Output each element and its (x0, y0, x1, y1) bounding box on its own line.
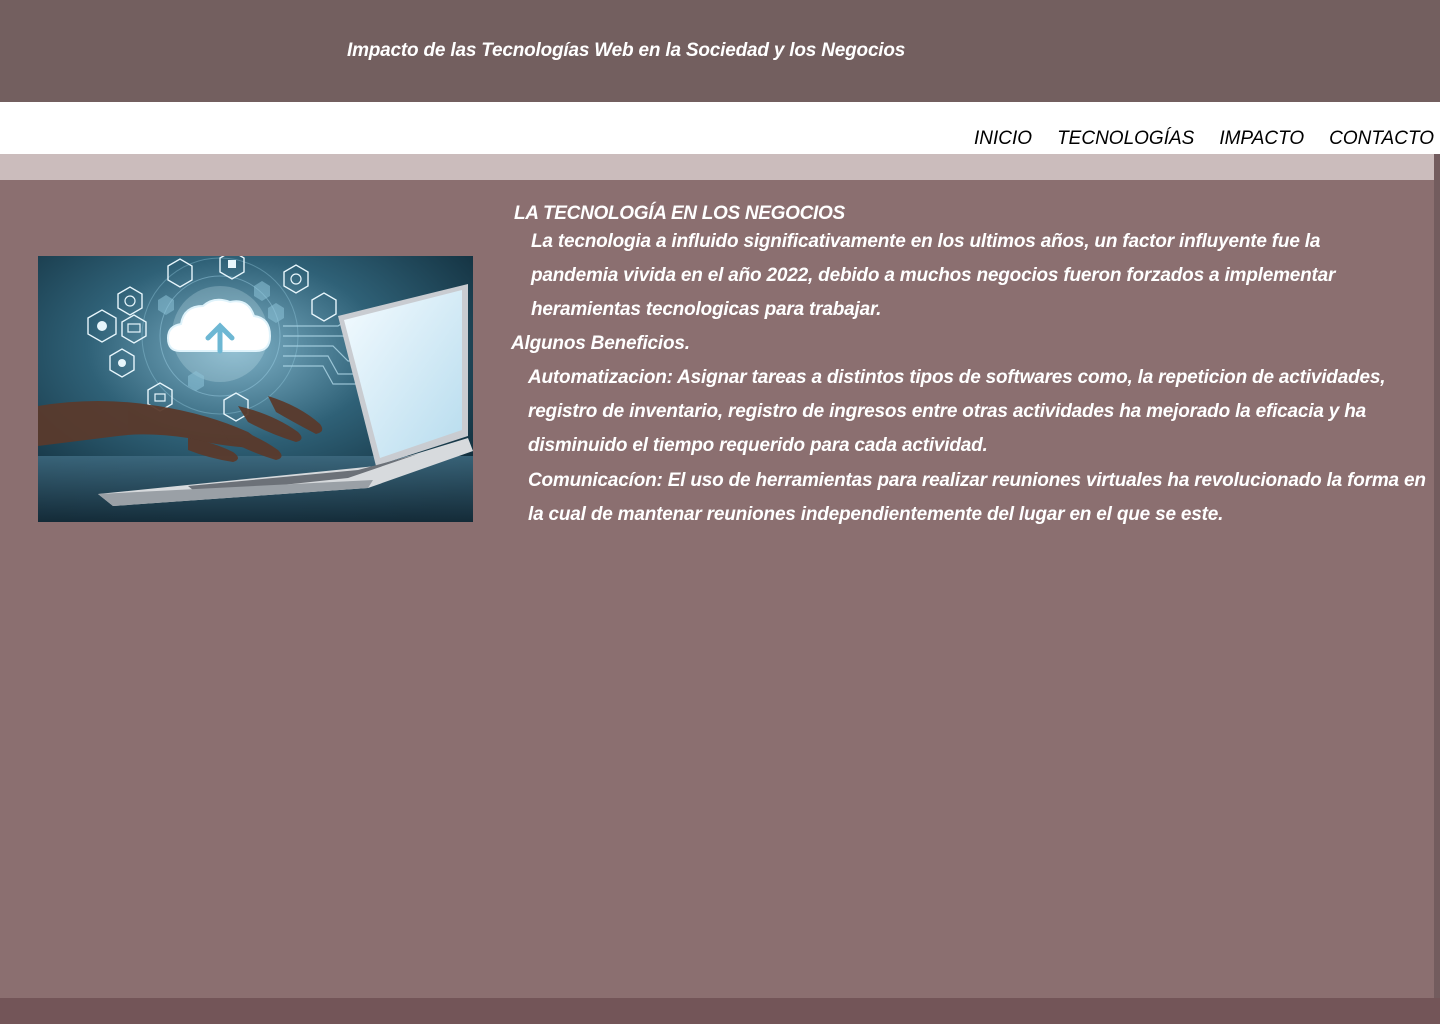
page: Impacto de las Tecnologías Web en la Soc… (0, 0, 1440, 1024)
technology-laptop-image (38, 256, 473, 522)
footer-band (0, 998, 1440, 1024)
main-navigation: INICIO TECNOLOGÍAS IMPACTO CONTACTO (0, 102, 1440, 154)
site-title: Impacto de las Tecnologías Web en la Soc… (347, 40, 906, 61)
nav-link-tecnologias[interactable]: TECNOLOGÍAS (1057, 128, 1194, 150)
benefit-communication: Comunicacíon: El uso de herramientas par… (528, 470, 1426, 525)
nav-link-contacto[interactable]: CONTACTO (1329, 128, 1434, 150)
site-header: Impacto de las Tecnologías Web en la Soc… (0, 0, 1440, 102)
benefits-heading: Algunos Beneficios. (511, 333, 690, 354)
benefit-automation: Automatizacion: Asignar tareas a distint… (528, 367, 1386, 456)
right-edge (1434, 154, 1440, 998)
divider-stripe (0, 154, 1434, 180)
section-heading: LA TECNOLOGÍA EN LOS NEGOCIOS (514, 203, 845, 224)
nav-links: INICIO TECNOLOGÍAS IMPACTO CONTACTO (949, 128, 1434, 150)
nav-link-impacto[interactable]: IMPACTO (1219, 128, 1304, 150)
intro-paragraph: La tecnologia a influido significativame… (531, 231, 1336, 320)
nav-link-inicio[interactable]: INICIO (974, 128, 1032, 150)
